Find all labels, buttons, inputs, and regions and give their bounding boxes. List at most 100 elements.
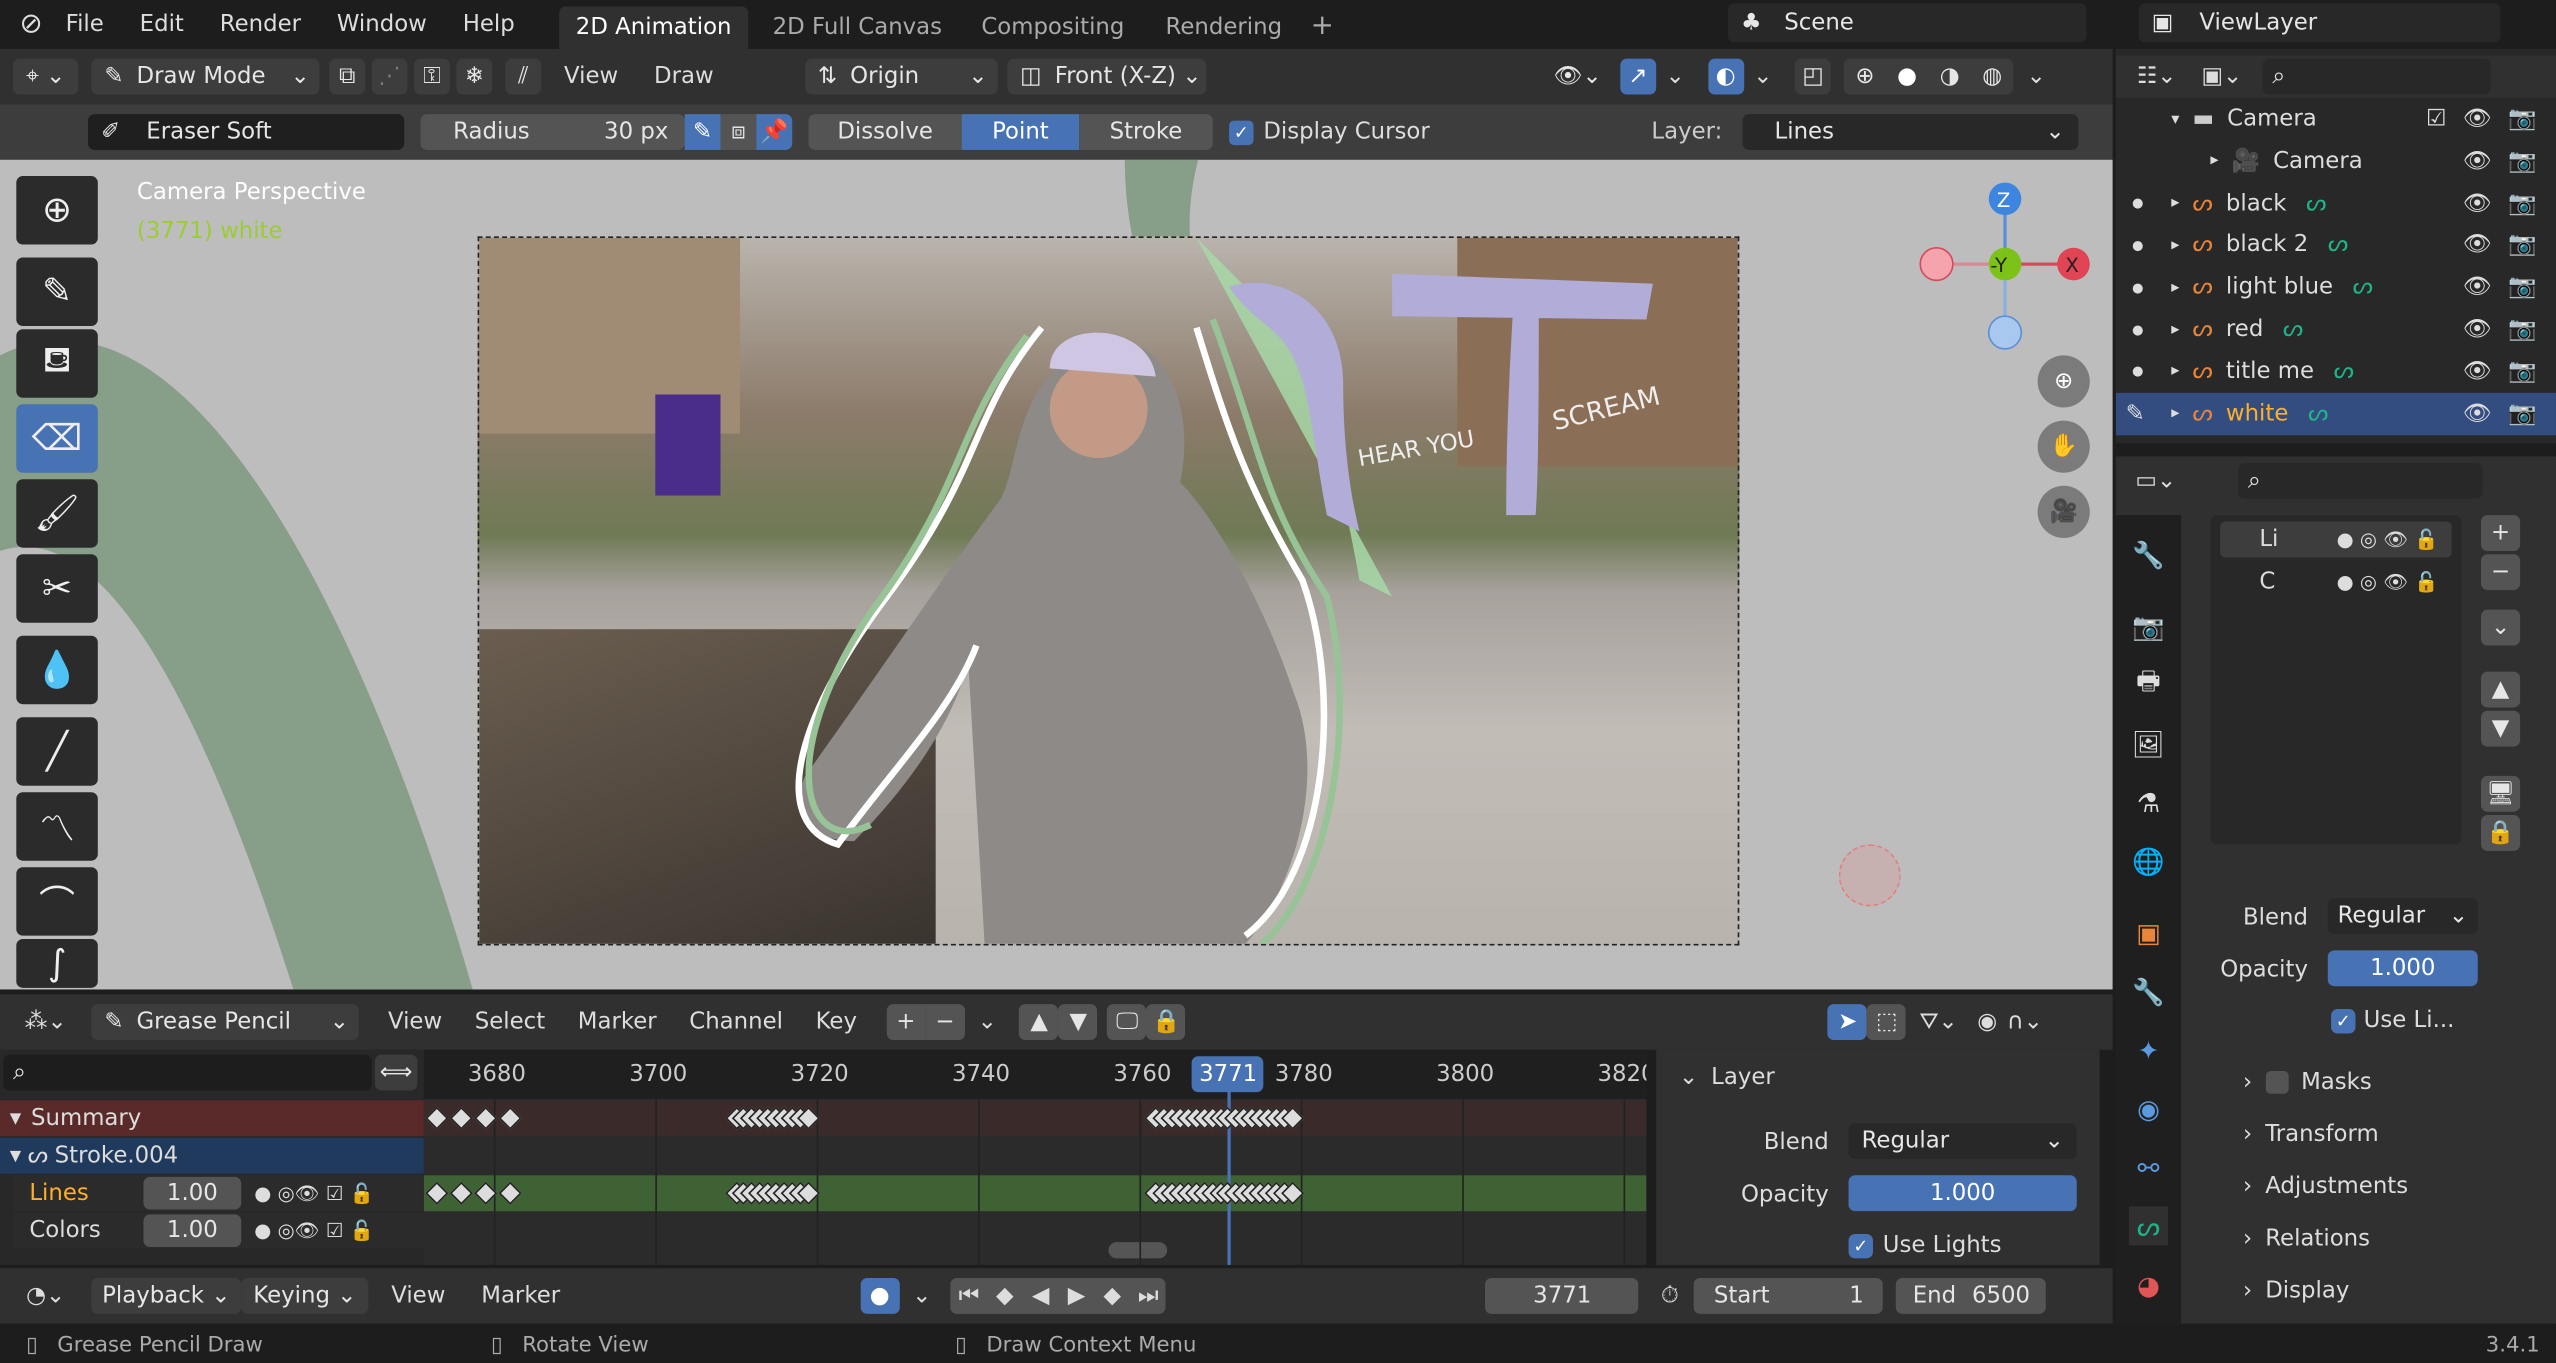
eye-icon[interactable]: 👁	[2463, 358, 2492, 384]
panel-relations[interactable]: › Relations	[2243, 1226, 2370, 1252]
outliner-item[interactable]: ● ▸ ᔕ black 2 ᔕ 👁 📷	[2116, 224, 2556, 266]
layer-toggle-icons[interactable]: ● ◎ 👁 🔓	[2337, 571, 2439, 594]
panel-display[interactable]: › Display	[2243, 1278, 2349, 1304]
expand-triangle-icon[interactable]: ▸	[2210, 152, 2218, 170]
cutter-tool-icon[interactable]: ✂	[16, 554, 98, 623]
polyline-tool-icon[interactable]: 〽	[16, 792, 98, 861]
expand-triangle-icon[interactable]: ▸	[2171, 404, 2179, 422]
edit-lines-icon[interactable]: ⋰	[371, 58, 408, 95]
play-icon[interactable]: ▶	[1059, 1278, 1095, 1314]
outliner-search[interactable]: ⌕	[2262, 58, 2491, 95]
camera-render-icon[interactable]: 📷	[2508, 190, 2536, 216]
layer-selector[interactable]: Lines ⌄	[1741, 114, 2078, 150]
tab-rendering[interactable]: Rendering	[1166, 15, 1283, 41]
zoom-icon[interactable]: ⊕	[2037, 355, 2090, 408]
current-frame-field[interactable]: 3771	[1485, 1277, 1639, 1314]
camera-render-icon[interactable]: 📷	[2508, 148, 2536, 174]
physics-tab-icon[interactable]: ◉	[2129, 1089, 2168, 1128]
pan-hand-icon[interactable]: ✋	[2037, 420, 2090, 473]
viewlayer-selector[interactable]: ▣ ViewLayer	[2138, 3, 2501, 43]
collapse-triangle-icon[interactable]: ▾	[10, 1143, 21, 1169]
layer-specials-button[interactable]: ⌄	[2481, 609, 2521, 646]
chevron-down-icon[interactable]: ⌄	[1753, 64, 1772, 90]
playback-menu[interactable]: Playback ⌄	[91, 1277, 242, 1314]
layer-toggle-icons[interactable]: ● ◎ 👁 🔓	[2337, 528, 2439, 551]
outliner-item[interactable]: ● ▸ ᔕ black ᔕ 👁 📷	[2116, 182, 2556, 224]
outliner-item[interactable]: ▾ ▬ Camera ☑ 👁 📷	[2116, 98, 2556, 140]
monitor-icon[interactable]: 🖵	[1107, 1004, 1147, 1041]
line-tool-icon[interactable]: ╱	[16, 717, 98, 786]
expand-triangle-icon[interactable]: ▸	[2171, 236, 2179, 254]
output-tab-icon[interactable]: 🖶	[2129, 664, 2168, 704]
solid-icon[interactable]: ●	[1897, 64, 1917, 90]
tab-2d-full-canvas[interactable]: 2D Full Canvas	[773, 15, 942, 41]
chevron-down-icon[interactable]: ⌄	[2027, 64, 2046, 90]
gizmo-neg-x[interactable]	[1919, 246, 1954, 282]
play-reverse-icon[interactable]: ◀	[1023, 1278, 1059, 1314]
camera-view-icon[interactable]: 🎥	[2037, 485, 2090, 538]
layer-up-button[interactable]: ▲	[1019, 1004, 1059, 1041]
draw-tool-icon[interactable]: ✎	[16, 257, 98, 327]
xray-toggle[interactable]: ◰	[1795, 58, 1832, 95]
layer-item-colors[interactable]: C ● ◎ 👁 🔓	[2220, 564, 2451, 600]
menu-marker[interactable]: Marker	[578, 1009, 657, 1035]
object-tab-icon[interactable]: ▣	[2129, 913, 2168, 952]
expand-triangle-icon[interactable]: ▾	[2171, 110, 2179, 128]
camera-render-icon[interactable]: 📷	[2508, 274, 2536, 300]
panel-transform[interactable]: › Transform	[2243, 1122, 2379, 1148]
eye-icon[interactable]: 👁	[2463, 400, 2492, 426]
add-layer-button[interactable]: +	[886, 1004, 926, 1041]
swap-icon[interactable]: ⟺	[374, 1054, 418, 1091]
snowflake-icon[interactable]: ❄	[456, 58, 493, 95]
use-lights-checkbox[interactable]: ✓	[2331, 1009, 2356, 1034]
tool-tab-icon[interactable]: 🔧	[2129, 535, 2168, 574]
collapse-triangle-icon[interactable]: ▾	[10, 1105, 21, 1131]
keying-menu[interactable]: Keying ⌄	[241, 1277, 369, 1314]
horizontal-scrollbar[interactable]	[1108, 1242, 1168, 1259]
record-button[interactable]: ●	[860, 1277, 900, 1314]
outliner-item[interactable]: ● ▸ ᔕ red ᔕ 👁 📷	[2116, 308, 2556, 350]
menu-edit[interactable]: Edit	[140, 11, 184, 37]
menu-key[interactable]: Key	[816, 1009, 857, 1035]
outliner-item[interactable]: ✎ ▸ ᔕ white ᔕ 👁 📷	[2115, 392, 2556, 435]
menu-view[interactable]: View	[388, 1009, 442, 1035]
material-tab-icon[interactable]: ◕	[2129, 1265, 2168, 1304]
outliner-item[interactable]: ● ▸ ᔕ light blue ᔕ 👁 📷	[2116, 266, 2556, 308]
panel-adjustments[interactable]: › Adjustments	[2243, 1174, 2408, 1200]
menu-channel[interactable]: Channel	[689, 1009, 783, 1035]
tab-2d-animation[interactable]: 2D Animation	[559, 6, 749, 49]
collapse-chevron-icon[interactable]: ⌄	[1679, 1064, 1698, 1090]
radius-field[interactable]: Radius 30 px	[420, 114, 685, 150]
layer-panel-header[interactable]: ⌄ Layer	[1679, 1064, 1775, 1090]
chevron-down-icon[interactable]: ⌄	[978, 1009, 997, 1035]
next-keyframe-icon[interactable]: ◆	[1094, 1278, 1130, 1314]
radius-unit-toggle[interactable]: ⧈	[720, 114, 757, 150]
editor-type-icon[interactable]: ▭⌄	[2135, 468, 2176, 494]
constraints-tab-icon[interactable]: ⚯	[2129, 1148, 2168, 1187]
display-cursor-checkbox[interactable]: ✓	[1229, 119, 1254, 145]
channel-lines[interactable]: Lines 1.00 ● ◎👁 ☑ 🔓	[13, 1175, 424, 1212]
pin-icon[interactable]: 📌	[756, 114, 793, 150]
use-lights-checkbox[interactable]: ✓	[1848, 1233, 1873, 1259]
opacity-slider[interactable]: 1.000	[2327, 950, 2478, 987]
fill-tool-icon[interactable]: ⛾	[16, 329, 98, 398]
visibility-dropdown[interactable]: 👁⌄	[1545, 58, 1611, 95]
eye-icon[interactable]: 👁	[2463, 316, 2492, 342]
proportional-edit-icon[interactable]: ◉	[1977, 1009, 1997, 1035]
menu-view[interactable]: View	[564, 64, 618, 90]
expand-triangle-icon[interactable]: ▸	[2171, 194, 2179, 212]
blend-selector[interactable]: Regular ⌄	[1848, 1123, 2077, 1160]
editor-type-icon[interactable]: ⁂⌄	[16, 1004, 75, 1040]
opacity-slider[interactable]: 1.000	[1848, 1175, 2077, 1212]
channel-search[interactable]: ⌕	[3, 1054, 372, 1091]
modifier-tab-icon[interactable]: 🔧	[2129, 972, 2168, 1011]
autokey-icon[interactable]: ⚿	[414, 58, 450, 95]
navigation-gizmo[interactable]: Z X -Y	[1917, 179, 2096, 358]
multiframe-icon[interactable]: ⧉	[329, 58, 366, 95]
camera-render-icon[interactable]: 📷	[2508, 232, 2536, 258]
eyedropper-tool-icon[interactable]: 💧	[16, 635, 98, 705]
stopwatch-icon[interactable]: ⏱	[1652, 1278, 1688, 1314]
scene-selector[interactable]: ♣ Scene	[1727, 3, 2087, 43]
cursor-tool-icon[interactable]: ⊕	[16, 176, 98, 245]
prev-keyframe-icon[interactable]: ◆	[987, 1278, 1023, 1314]
